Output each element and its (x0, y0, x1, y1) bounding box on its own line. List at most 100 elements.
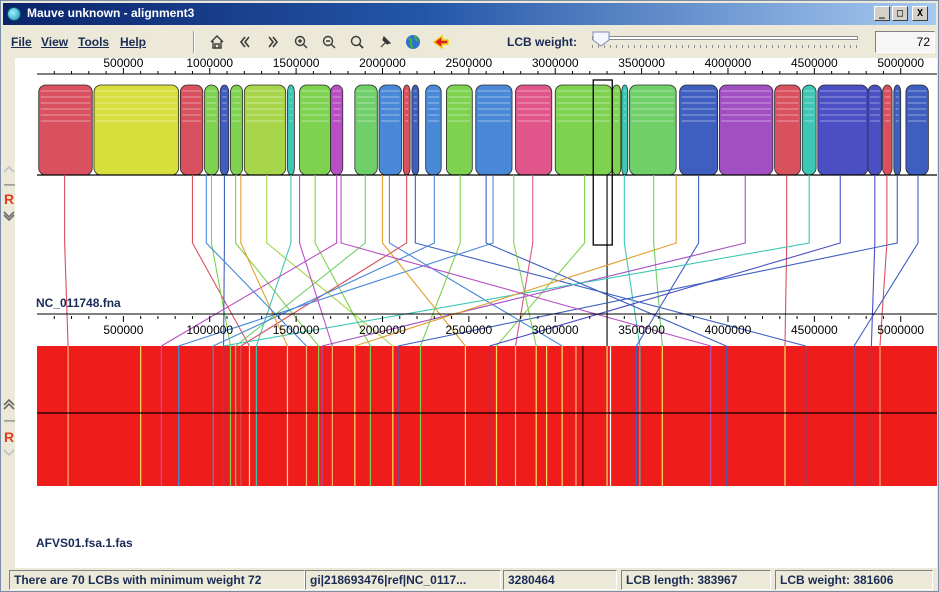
lcb-similarity-band (721, 114, 771, 116)
find-icon[interactable] (346, 31, 368, 53)
lcb-similarity-band (246, 96, 284, 98)
lcb-block (179, 84, 204, 176)
lcb-similarity-band (721, 90, 771, 92)
ruler-tick-label: 4000000 (705, 58, 752, 70)
scroll-left-icon[interactable] (234, 31, 256, 53)
lcb-similarity-band (289, 120, 293, 122)
lcb-similarity-band (819, 114, 866, 116)
lcb-similarity-band (776, 90, 799, 92)
menu-help[interactable]: Help (120, 35, 146, 49)
minimize-button[interactable]: _ (874, 6, 890, 21)
lcb-similarity-band (413, 96, 417, 98)
back-arrow-icon[interactable] (430, 31, 452, 53)
menu-view[interactable]: View (41, 35, 68, 49)
zoom-out-icon[interactable] (318, 31, 340, 53)
reverse-genome-button[interactable]: R (4, 429, 14, 445)
lcb-similarity-band (332, 96, 341, 98)
lcb-similarity-band (614, 120, 619, 122)
lcb-similarity-band (623, 108, 626, 110)
lcb-block-rect (378, 84, 402, 176)
lcb-block (243, 84, 287, 176)
lcb-weight-slider[interactable] (586, 31, 860, 53)
scroll-up-icon[interactable] (3, 163, 15, 175)
scroll-down-icon[interactable] (3, 447, 15, 459)
lcb-similarity-band (301, 114, 329, 116)
lcb-similarity-band (356, 114, 376, 116)
reverse-genome-button[interactable]: R (4, 191, 14, 207)
lcb-similarity-band (681, 120, 716, 122)
lcb-similarity-band (907, 108, 927, 110)
lcb-similarity-band (819, 90, 866, 92)
lcb-similarity-band (631, 90, 675, 92)
title-bar[interactable]: Mauve unknown - alignment3 _ □ X (3, 3, 936, 25)
lcb-similarity-band (681, 90, 716, 92)
lcb-similarity-band (206, 90, 217, 92)
lcb-similarity-band (40, 114, 91, 116)
lcb-similarity-band (356, 90, 376, 92)
lcb-similarity-band (804, 108, 815, 110)
lcb-similarity-band (405, 96, 409, 98)
ruler-tick-label: 4500000 (791, 323, 838, 337)
lcb-similarity-band (405, 102, 409, 104)
scroll-right-icon[interactable] (262, 31, 284, 53)
lcb-similarity-band (222, 108, 227, 110)
pin-icon[interactable] (374, 31, 396, 53)
lcb-similarity-band (96, 120, 177, 122)
alignment-view[interactable]: 500000 1000000 1500000 2000000 2500000 300000… (15, 58, 937, 568)
lcb-similarity-band (232, 102, 241, 104)
genome2-lcb-block (37, 346, 937, 486)
window-title: Mauve unknown - alignment3 (27, 6, 195, 20)
lcb-similarity-band (477, 102, 511, 104)
lcb-similarity-band (776, 120, 799, 122)
lcb-similarity-band (623, 120, 626, 122)
menu-file[interactable]: File (11, 35, 32, 49)
menu-tools[interactable]: Tools (78, 35, 109, 49)
lcb-similarity-band (884, 114, 891, 116)
lcb-block-rect (38, 84, 93, 176)
lcb-similarity-band (631, 96, 675, 98)
lcb-similarity-band (869, 90, 880, 92)
globe-icon[interactable] (402, 31, 424, 53)
lcb-similarity-band (614, 114, 619, 116)
lcb-similarity-band (246, 120, 284, 122)
lcb-similarity-band (182, 96, 201, 98)
lcb-similarity-band (301, 120, 329, 122)
lcb-similarity-band (332, 120, 341, 122)
lcb-similarity-band (448, 114, 471, 116)
lcb-similarity-band (405, 114, 409, 116)
lcb-similarity-band (413, 108, 417, 110)
close-button[interactable]: X (912, 6, 928, 21)
lcb-similarity-band (884, 96, 891, 98)
home-icon[interactable] (206, 31, 228, 53)
lcb-similarity-band (804, 96, 815, 98)
lcb-block (411, 84, 420, 176)
status-lcb-length: LCB length: 383967 (621, 570, 771, 590)
lcb-similarity-band (884, 108, 891, 110)
mauve-window: Mauve unknown - alignment3 _ □ X File Vi… (0, 0, 939, 592)
lcb-similarity-band (289, 108, 293, 110)
lcb-similarity-band (895, 90, 899, 92)
scroll-down-icon[interactable] (3, 209, 15, 222)
lcb-similarity-band (448, 96, 471, 98)
lcb-similarity-band (721, 120, 771, 122)
lcb-similarity-band (413, 114, 417, 116)
lcb-similarity-band (681, 108, 716, 110)
lcb-block (93, 84, 180, 176)
slider-thumb[interactable] (592, 31, 610, 47)
lcb-similarity-band (557, 108, 611, 110)
ruler-tick-label: 1500000 (273, 323, 320, 337)
toolbar: File View Tools Help LCB weight: 72 (3, 27, 936, 57)
scroll-up-icon[interactable] (3, 398, 15, 411)
genome2-name: AFVS01.fsa.1.fas (36, 536, 133, 550)
lcb-block (867, 84, 883, 176)
maximize-button[interactable]: □ (892, 6, 908, 21)
status-message: There are 70 LCBs with minimum weight 72 (9, 570, 305, 590)
lcb-weight-field[interactable]: 72 (875, 31, 935, 53)
lcb-similarity-band (614, 102, 619, 104)
lcb-similarity-band (182, 120, 201, 122)
lcb-similarity-band (517, 102, 550, 104)
lcb-block-rect (867, 84, 883, 176)
zoom-in-icon[interactable] (290, 31, 312, 53)
lcb-similarity-band (405, 90, 409, 92)
lcb-block (204, 84, 219, 176)
